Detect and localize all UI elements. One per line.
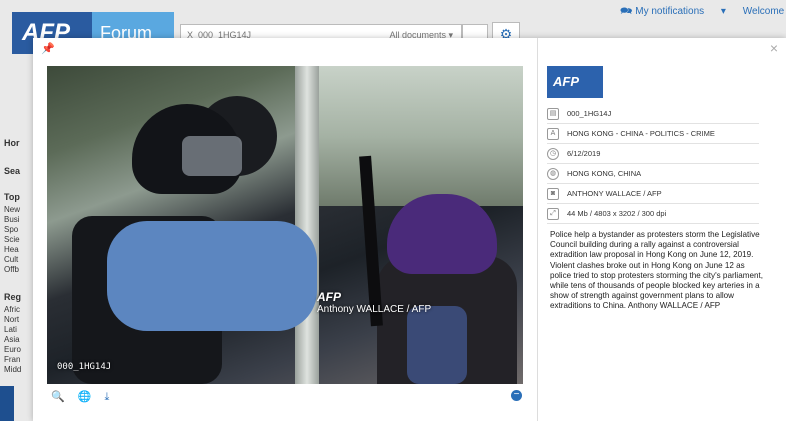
photo-purple-hat [387, 194, 497, 274]
info-panel: AFP ▤ 000_1HG14J A HONG KONG - CHINA - P… [537, 38, 786, 421]
pin-icon[interactable]: 📌 [41, 42, 55, 55]
title-icon: A [547, 127, 559, 140]
watermark-logo: AFP [317, 290, 341, 304]
resize-icon: ⤢ [547, 207, 559, 220]
afp-logo: AFP [547, 66, 603, 98]
meta-location: HONG KONG, CHINA [567, 169, 642, 178]
photo-visor [182, 136, 242, 176]
user-menu: 🗪 My notifications ▾ Welcome ▾ [620, 4, 786, 21]
meta-file-info: 44 Mb / 4803 x 3202 / 300 dpi [567, 209, 667, 218]
meta-credit-row: ◙ ANTHONY WALLACE / AFP [547, 184, 759, 204]
photo-viewer-modal: 📌 × AFP Anthony WALLACE / AFP 000_1HG14J… [33, 38, 786, 421]
globe-icon[interactable]: 🌐 [78, 391, 92, 403]
welcome-menu[interactable]: Welcome ▾ [743, 6, 786, 17]
metadata-list: ▤ 000_1HG14J A HONG KONG - CHINA - POLIT… [547, 104, 759, 224]
photo-id-overlay: 000_1HG14J [57, 362, 112, 372]
meta-id-row: ▤ 000_1HG14J [547, 104, 759, 124]
photo-sky [297, 66, 523, 206]
meta-credit: ANTHONY WALLACE / AFP [567, 189, 662, 198]
download-icon[interactable]: ⤓ [105, 391, 110, 403]
sidebar-accent [0, 386, 14, 421]
zoom-in-icon[interactable]: 🔍 [51, 391, 65, 403]
photo-toolbar: 🔍 🌐 ⤓ [51, 390, 119, 404]
meta-file-row: ⤢ 44 Mb / 4803 x 3202 / 300 dpi [547, 204, 759, 224]
meta-date-row: ◷ 6/12/2019 [547, 144, 759, 164]
meta-id: 000_1HG14J [567, 109, 612, 118]
photo-watermark: AFP Anthony WALLACE / AFP [317, 290, 431, 315]
meta-title-row: A HONG KONG - CHINA - POLITICS - CRIME [547, 124, 759, 144]
photo-officer-arm [107, 221, 317, 331]
photo-backpack [407, 306, 467, 384]
photo-caption: Police help a bystander as protesters st… [550, 230, 763, 311]
zoom-out-icon[interactable]: − [511, 390, 522, 401]
clock-icon: ◷ [547, 147, 559, 160]
watermark-credit: Anthony WALLACE / AFP [317, 304, 432, 315]
document-icon: ▤ [547, 107, 559, 120]
meta-title: HONG KONG - CHINA - POLITICS - CRIME [567, 129, 715, 138]
photo-pole [295, 66, 319, 384]
news-photo[interactable]: AFP Anthony WALLACE / AFP 000_1HG14J [47, 66, 523, 384]
notifications-link[interactable]: 🗪 My notifications ▾ [620, 6, 726, 17]
meta-location-row: ◍ HONG KONG, CHINA [547, 164, 759, 184]
camera-icon: ◙ [547, 187, 559, 200]
globe-location-icon: ◍ [547, 167, 559, 180]
meta-date: 6/12/2019 [567, 149, 601, 158]
